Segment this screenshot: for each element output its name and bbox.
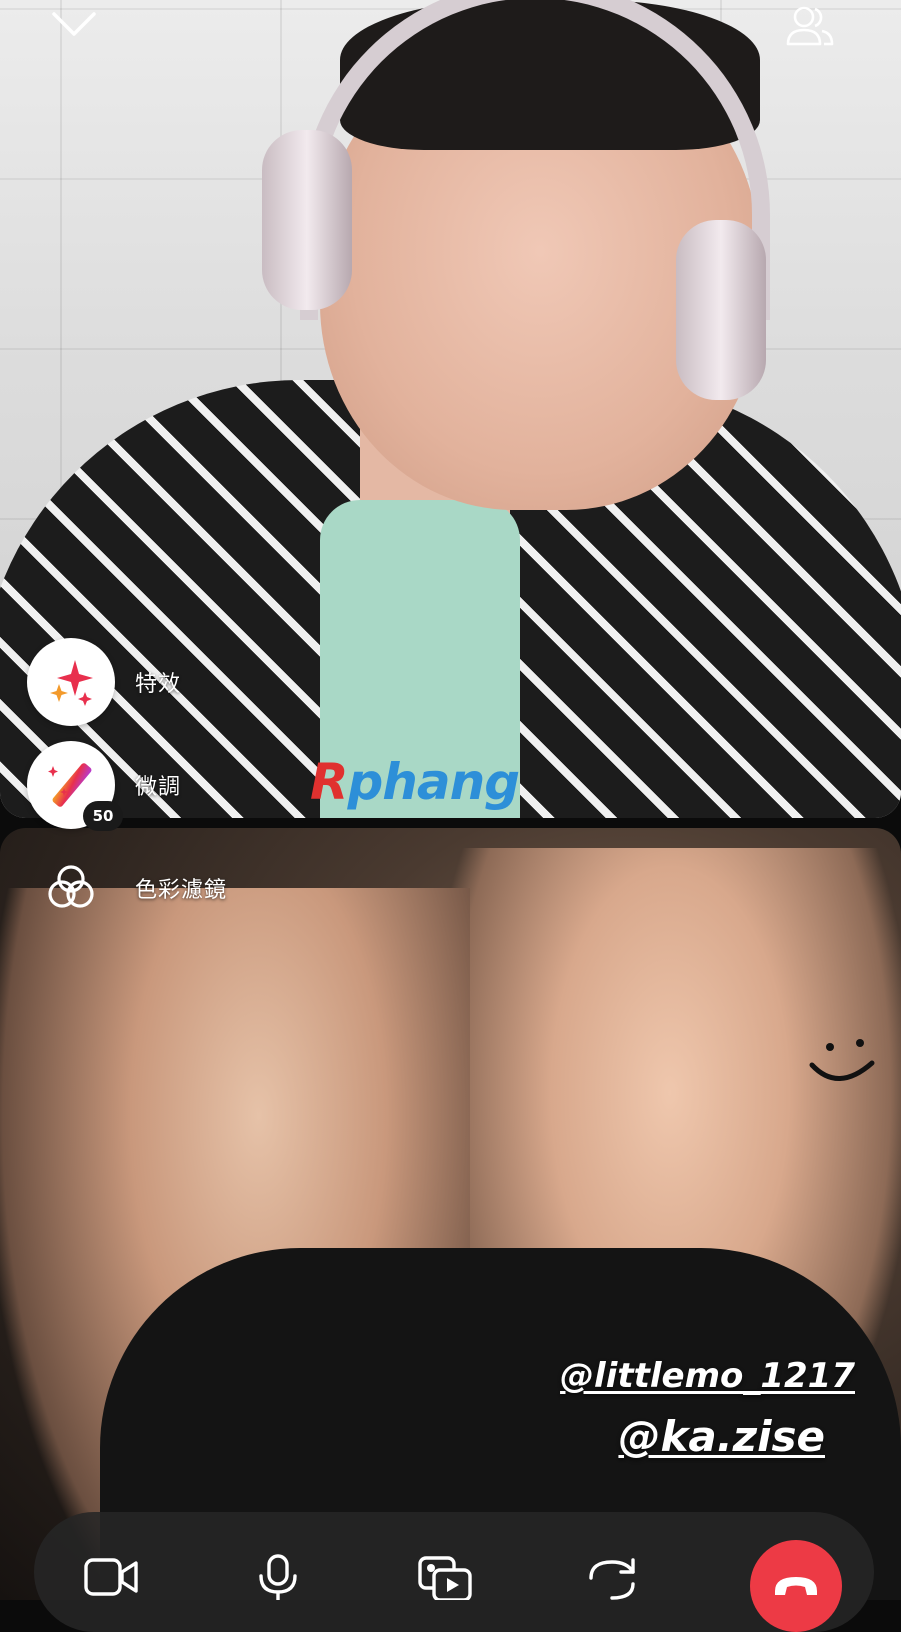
magic-wand-icon: 50 [27,741,123,831]
touch-up-label: 微調 [135,775,182,800]
end-call-icon [775,1577,817,1595]
sparkles-icon [27,638,115,726]
watermark-logo: Rphang [310,752,521,812]
watermark-first-letter: R [310,753,349,811]
mention-sticker-1[interactable]: @littlemo_1217 [560,1356,855,1396]
media-share-button[interactable] [413,1554,477,1614]
mention-sticker-2[interactable]: @ka.zise [618,1412,825,1461]
headphone-filter-right-cup [676,220,766,400]
watermark-rest: phang [347,753,521,811]
smiley-doodle [809,1039,875,1081]
touch-up-button[interactable]: 50 微調 [27,741,182,831]
touch-up-level-badge: 50 [83,801,123,831]
color-filter-icon [27,844,115,932]
effects-button[interactable]: 特效 [27,638,181,726]
flip-camera-button[interactable] [580,1554,644,1614]
video-camera-button[interactable] [79,1554,143,1614]
end-call-button[interactable] [750,1540,842,1632]
flip-camera-icon [589,1558,635,1600]
headphone-filter-left-cup [262,130,352,310]
effects-label: 特效 [135,672,182,697]
color-filter-button[interactable]: 色彩濾鏡 [27,844,227,932]
microphone-icon [259,1554,297,1600]
color-filter-label: 色彩濾鏡 [135,878,228,903]
media-share-icon [418,1556,472,1600]
remote-video-tile[interactable] [0,828,901,1600]
microphone-button[interactable] [246,1554,310,1614]
people-icon[interactable] [782,2,838,50]
chevron-down-icon[interactable] [50,8,98,42]
video-camera-icon [84,1558,138,1596]
